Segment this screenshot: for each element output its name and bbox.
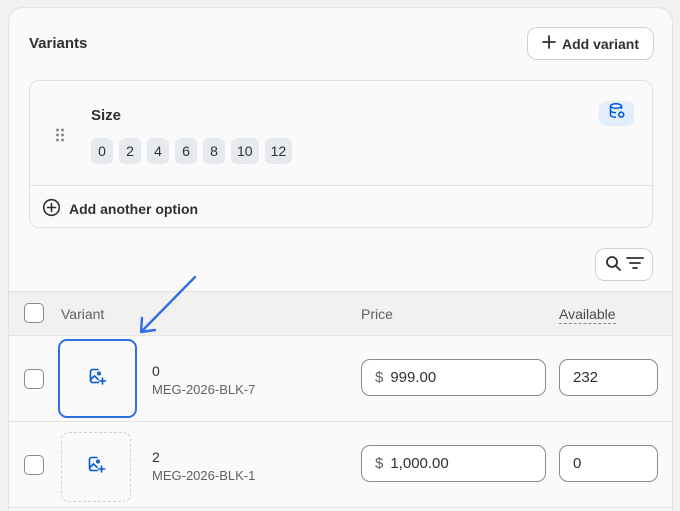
metafield-button[interactable] <box>599 101 634 126</box>
option-value-chip: 8 <box>203 138 225 164</box>
option-value-chip: 6 <box>175 138 197 164</box>
available-input[interactable]: 0 <box>559 445 658 482</box>
available-input[interactable]: 232 <box>559 359 658 396</box>
add-variant-button[interactable]: Add variant <box>528 28 653 59</box>
variant-image-slot[interactable] <box>61 432 131 502</box>
add-another-option-button[interactable]: Add another option <box>42 198 198 220</box>
available-value: 0 <box>573 455 582 472</box>
row-checkbox[interactable] <box>24 455 44 475</box>
search-filter-button[interactable] <box>596 249 652 280</box>
variant-sku: MEG-2026-BLK-7 <box>152 382 256 397</box>
variant-sku: MEG-2026-BLK-1 <box>152 468 256 483</box>
price-input[interactable]: $ 1,000.00 <box>361 445 546 482</box>
price-value: 999.00 <box>390 369 437 386</box>
add-another-option-label: Add another option <box>69 201 199 217</box>
plus-icon <box>542 35 556 52</box>
variants-title: Variants <box>29 35 88 52</box>
option-value-chip: 10 <box>231 138 259 164</box>
option-value-chip: 2 <box>119 138 141 164</box>
image-add-icon <box>87 455 106 479</box>
option-value-chip: 12 <box>264 138 293 164</box>
filter-icon <box>625 256 644 273</box>
row-checkbox[interactable] <box>24 369 44 389</box>
price-input[interactable]: $ 999.00 <box>361 359 546 396</box>
variants-card: Variants Add variant Size 0 2 4 6 8 10 1… <box>9 8 672 511</box>
table-row: 0 MEG-2026-BLK-7 $ 999.00 232 <box>9 336 672 422</box>
price-value: 1,000.00 <box>390 455 449 472</box>
variant-name[interactable]: 0 <box>152 363 160 379</box>
available-column-header[interactable]: Available <box>559 306 616 324</box>
table-row: 2 MEG-2026-BLK-1 $ 1,000.00 0 <box>9 422 672 508</box>
variant-name[interactable]: 2 <box>152 449 160 465</box>
option-value-chip: 4 <box>147 138 169 164</box>
search-icon <box>605 255 622 275</box>
image-add-icon <box>88 367 107 391</box>
option-value-chip: 0 <box>91 138 113 164</box>
price-column-header: Price <box>361 306 393 322</box>
database-icon <box>608 102 626 125</box>
table-header: Variant Price Available <box>9 291 672 336</box>
variant-image-slot[interactable] <box>58 339 137 418</box>
available-value: 232 <box>573 369 599 386</box>
option-name[interactable]: Size <box>91 107 121 124</box>
currency-symbol: $ <box>375 369 384 386</box>
option-editor: Size 0 2 4 6 8 10 12 Add another option <box>29 80 653 228</box>
variant-column-header: Variant <box>61 306 105 322</box>
option-values: 0 2 4 6 8 10 12 <box>91 138 293 164</box>
add-variant-label: Add variant <box>561 35 639 52</box>
select-all-checkbox[interactable] <box>24 303 44 323</box>
divider <box>30 185 652 186</box>
circle-plus-icon <box>42 198 61 220</box>
currency-symbol: $ <box>375 455 384 472</box>
drag-handle-icon[interactable] <box>55 127 65 148</box>
